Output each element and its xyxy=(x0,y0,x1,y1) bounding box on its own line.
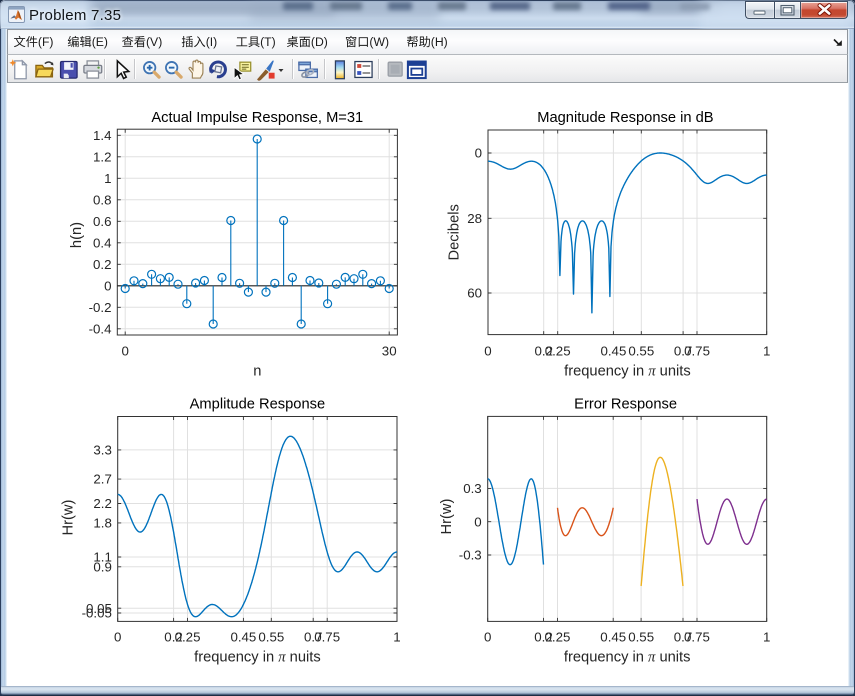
svg-text:Error Response: Error Response xyxy=(574,397,677,413)
svg-text:0: 0 xyxy=(121,344,128,359)
svg-text:0: 0 xyxy=(484,630,491,645)
svg-text:Decibels: Decibels xyxy=(447,204,463,260)
svg-text:frequency in π units: frequency in π units xyxy=(564,650,691,666)
svg-text:2.2: 2.2 xyxy=(93,496,112,511)
svg-text:0.2: 0.2 xyxy=(93,257,112,272)
svg-text:0: 0 xyxy=(484,344,491,359)
svg-text:-0.4: -0.4 xyxy=(89,321,112,336)
svg-text:0: 0 xyxy=(475,146,482,161)
svg-text:0.45: 0.45 xyxy=(600,344,626,359)
svg-text:0.45: 0.45 xyxy=(600,630,626,645)
svg-text:(F): (F) xyxy=(38,35,54,49)
svg-text:1.4: 1.4 xyxy=(93,128,112,143)
svg-text:h(n): h(n) xyxy=(69,222,85,248)
svg-text:2.7: 2.7 xyxy=(93,472,112,487)
svg-text:60: 60 xyxy=(467,286,482,301)
svg-text:1.2: 1.2 xyxy=(93,149,112,164)
svg-text:0.55: 0.55 xyxy=(628,344,654,359)
svg-text:Magnitude Response in dB: Magnitude Response in dB xyxy=(537,110,714,126)
svg-text:(E): (E) xyxy=(92,35,108,49)
svg-text:1.8: 1.8 xyxy=(93,516,112,531)
svg-text:Actual Impulse Response, M=31: Actual Impulse Response, M=31 xyxy=(151,110,363,126)
svg-text:0.4: 0.4 xyxy=(93,235,112,250)
svg-text:Hr(w): Hr(w) xyxy=(439,499,455,535)
svg-text:0: 0 xyxy=(114,630,121,645)
svg-text:-0.3: -0.3 xyxy=(459,548,482,563)
svg-text:0.55: 0.55 xyxy=(258,630,284,645)
svg-text:0.55: 0.55 xyxy=(628,630,654,645)
svg-text:1: 1 xyxy=(763,344,770,359)
svg-text:0.75: 0.75 xyxy=(684,630,710,645)
svg-text:frequency in π units: frequency in π units xyxy=(564,364,691,380)
svg-text:0: 0 xyxy=(474,514,481,529)
svg-text:Hr(w): Hr(w) xyxy=(61,500,77,536)
svg-text:1.1: 1.1 xyxy=(93,550,112,565)
svg-text:0.8: 0.8 xyxy=(93,192,112,207)
svg-text:(T): (T) xyxy=(260,35,276,49)
svg-text:0.6: 0.6 xyxy=(93,214,112,229)
svg-text:0: 0 xyxy=(104,278,111,293)
svg-text:(H): (H) xyxy=(431,35,448,49)
svg-text:0.45: 0.45 xyxy=(230,630,256,645)
svg-text:0.25: 0.25 xyxy=(175,630,201,645)
svg-text:28: 28 xyxy=(467,211,482,226)
svg-text:1: 1 xyxy=(104,171,111,186)
svg-text:-0.2: -0.2 xyxy=(89,300,112,315)
svg-text:(V): (V) xyxy=(146,35,162,49)
svg-text:1: 1 xyxy=(763,630,770,645)
svg-text:30: 30 xyxy=(382,344,397,359)
svg-text:n: n xyxy=(253,364,261,380)
svg-text:(D): (D) xyxy=(311,35,328,49)
svg-text:0.05: 0.05 xyxy=(86,601,112,616)
svg-text:1: 1 xyxy=(393,630,400,645)
svg-text:0.3: 0.3 xyxy=(463,481,482,496)
svg-text:frequency in π nuits: frequency in π nuits xyxy=(194,650,321,666)
svg-text:0.25: 0.25 xyxy=(545,630,571,645)
svg-text:0.75: 0.75 xyxy=(314,630,340,645)
svg-text:0.75: 0.75 xyxy=(684,344,710,359)
svg-text:0.25: 0.25 xyxy=(545,344,571,359)
svg-text:(W): (W) xyxy=(369,35,389,49)
svg-text:(I): (I) xyxy=(206,35,218,49)
svg-text:3.3: 3.3 xyxy=(93,442,112,457)
svg-text:Amplitude Response: Amplitude Response xyxy=(190,397,326,413)
